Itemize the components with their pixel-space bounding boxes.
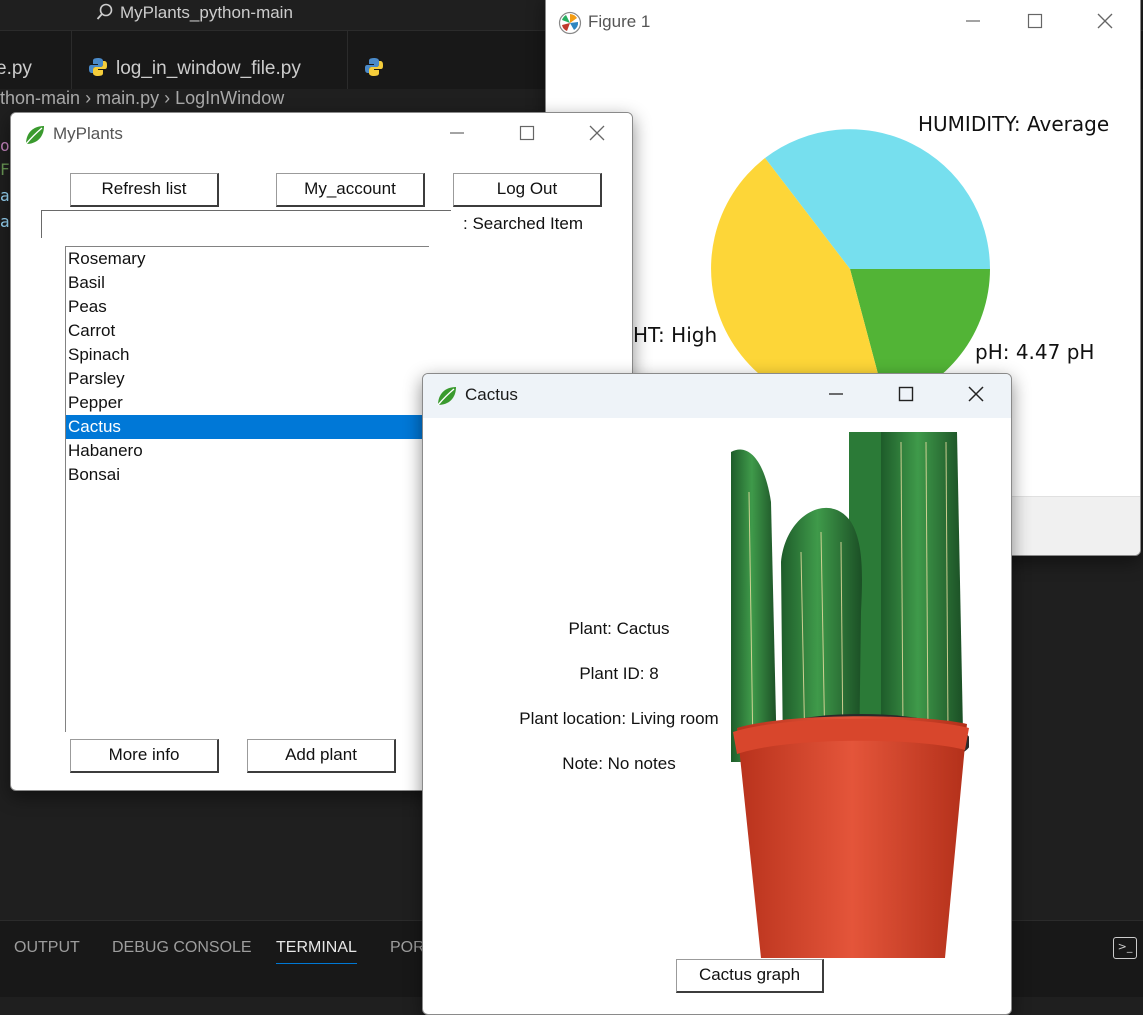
list-item[interactable]: Bonsai xyxy=(66,463,429,487)
editor-tab[interactable]: log_in_window_file.py xyxy=(72,31,348,89)
cactus-titlebar: Cactus xyxy=(423,374,1011,418)
matplotlib-logo-icon xyxy=(558,11,582,35)
panel-tab-output[interactable]: OUTPUT xyxy=(14,939,80,957)
breadcrumb-project[interactable]: thon-main xyxy=(0,88,80,108)
editor-tab[interactable]: e.py xyxy=(0,31,72,89)
panel-tab-terminal[interactable]: TERMINAL xyxy=(276,939,357,964)
plant-id-label: Plant ID: 8 xyxy=(579,664,659,683)
list-item[interactable]: Pepper xyxy=(66,391,429,415)
list-item-selected[interactable]: Cactus xyxy=(66,415,429,439)
refresh-list-button[interactable]: Refresh list xyxy=(70,173,219,207)
my-account-button[interactable]: My_account xyxy=(276,173,425,207)
list-item[interactable]: Basil xyxy=(66,271,429,295)
close-button[interactable] xyxy=(953,380,999,410)
pie-label-humidity: HUMIDITY: Average xyxy=(918,112,1110,136)
plant-note-label: Note: No notes xyxy=(562,754,676,773)
cactus-photo xyxy=(731,432,969,958)
close-button[interactable] xyxy=(1082,7,1128,37)
close-icon xyxy=(968,386,984,402)
maximize-button[interactable] xyxy=(504,119,550,149)
minimize-button[interactable] xyxy=(434,119,480,149)
add-plant-button[interactable]: Add plant xyxy=(247,739,396,773)
minimize-button[interactable] xyxy=(813,380,859,410)
pie-label-light: HT: High xyxy=(633,323,718,347)
minimize-button[interactable] xyxy=(950,7,996,37)
maximize-icon xyxy=(519,125,535,141)
chevron-right-icon: › xyxy=(85,88,92,108)
more-info-button[interactable]: More info xyxy=(70,739,219,773)
terminal-icon[interactable]: >_ xyxy=(1113,937,1137,959)
breadcrumb-symbol[interactable]: LogInWindow xyxy=(175,88,284,108)
cactus-graph-button[interactable]: Cactus graph xyxy=(676,959,824,993)
tab-label: log_in_window_file.py xyxy=(116,58,301,79)
close-icon xyxy=(1097,13,1113,29)
close-button[interactable] xyxy=(574,119,620,149)
plant-location-label: Plant location: Living room xyxy=(519,709,719,728)
window-title: Cactus xyxy=(465,385,518,404)
leaf-icon xyxy=(25,126,44,145)
minimize-icon xyxy=(966,20,980,22)
python-file-icon xyxy=(89,58,107,76)
cactus-window: Cactus Plant: Cactus Plant ID: 8 Plant l… xyxy=(422,373,1012,1015)
cactus-image xyxy=(731,432,969,958)
search-input[interactable] xyxy=(42,211,455,240)
editor-tab[interactable]: main_window_file xyxy=(348,31,558,155)
plant-name-label: Plant: Cactus xyxy=(568,619,670,638)
panel-tab-debug-console[interactable]: DEBUG CONSOLE xyxy=(112,939,252,957)
pie-label-ph: pH: 4.47 pH xyxy=(975,340,1095,364)
search-field[interactable] xyxy=(41,210,455,240)
breadcrumb-file[interactable]: main.py xyxy=(96,88,159,108)
search-label: : Searched Item xyxy=(463,214,584,233)
plant-listbox[interactable]: Rosemary Basil Peas Carrot Spinach Parsl… xyxy=(65,246,429,732)
maximize-icon xyxy=(1027,13,1043,29)
maximize-button[interactable] xyxy=(1012,7,1058,37)
minimize-icon xyxy=(829,393,843,395)
search-text: MyPlants_python-main xyxy=(120,3,293,22)
window-title: Figure 1 xyxy=(588,12,651,31)
search-icon xyxy=(96,3,113,20)
list-item[interactable]: Peas xyxy=(66,295,429,319)
close-icon xyxy=(589,125,605,141)
list-item[interactable]: Rosemary xyxy=(66,247,429,271)
window-title: MyPlants xyxy=(53,124,123,143)
list-item[interactable]: Habanero xyxy=(66,439,429,463)
command-center-search[interactable]: MyPlants_python-main xyxy=(96,3,293,23)
figure-titlebar: Figure 1 xyxy=(546,1,1140,45)
myplants-titlebar: MyPlants xyxy=(11,113,632,157)
chevron-right-icon: › xyxy=(164,88,171,108)
minimize-icon xyxy=(450,132,464,134)
list-item[interactable]: Carrot xyxy=(66,319,429,343)
log-out-button[interactable]: Log Out xyxy=(453,173,602,207)
list-item[interactable]: Spinach xyxy=(66,343,429,367)
leaf-icon xyxy=(437,387,456,406)
maximize-icon xyxy=(898,386,914,402)
list-item[interactable]: Parsley xyxy=(66,367,429,391)
python-file-icon xyxy=(365,58,383,76)
tab-label: e.py xyxy=(0,58,32,79)
maximize-button[interactable] xyxy=(883,380,929,410)
